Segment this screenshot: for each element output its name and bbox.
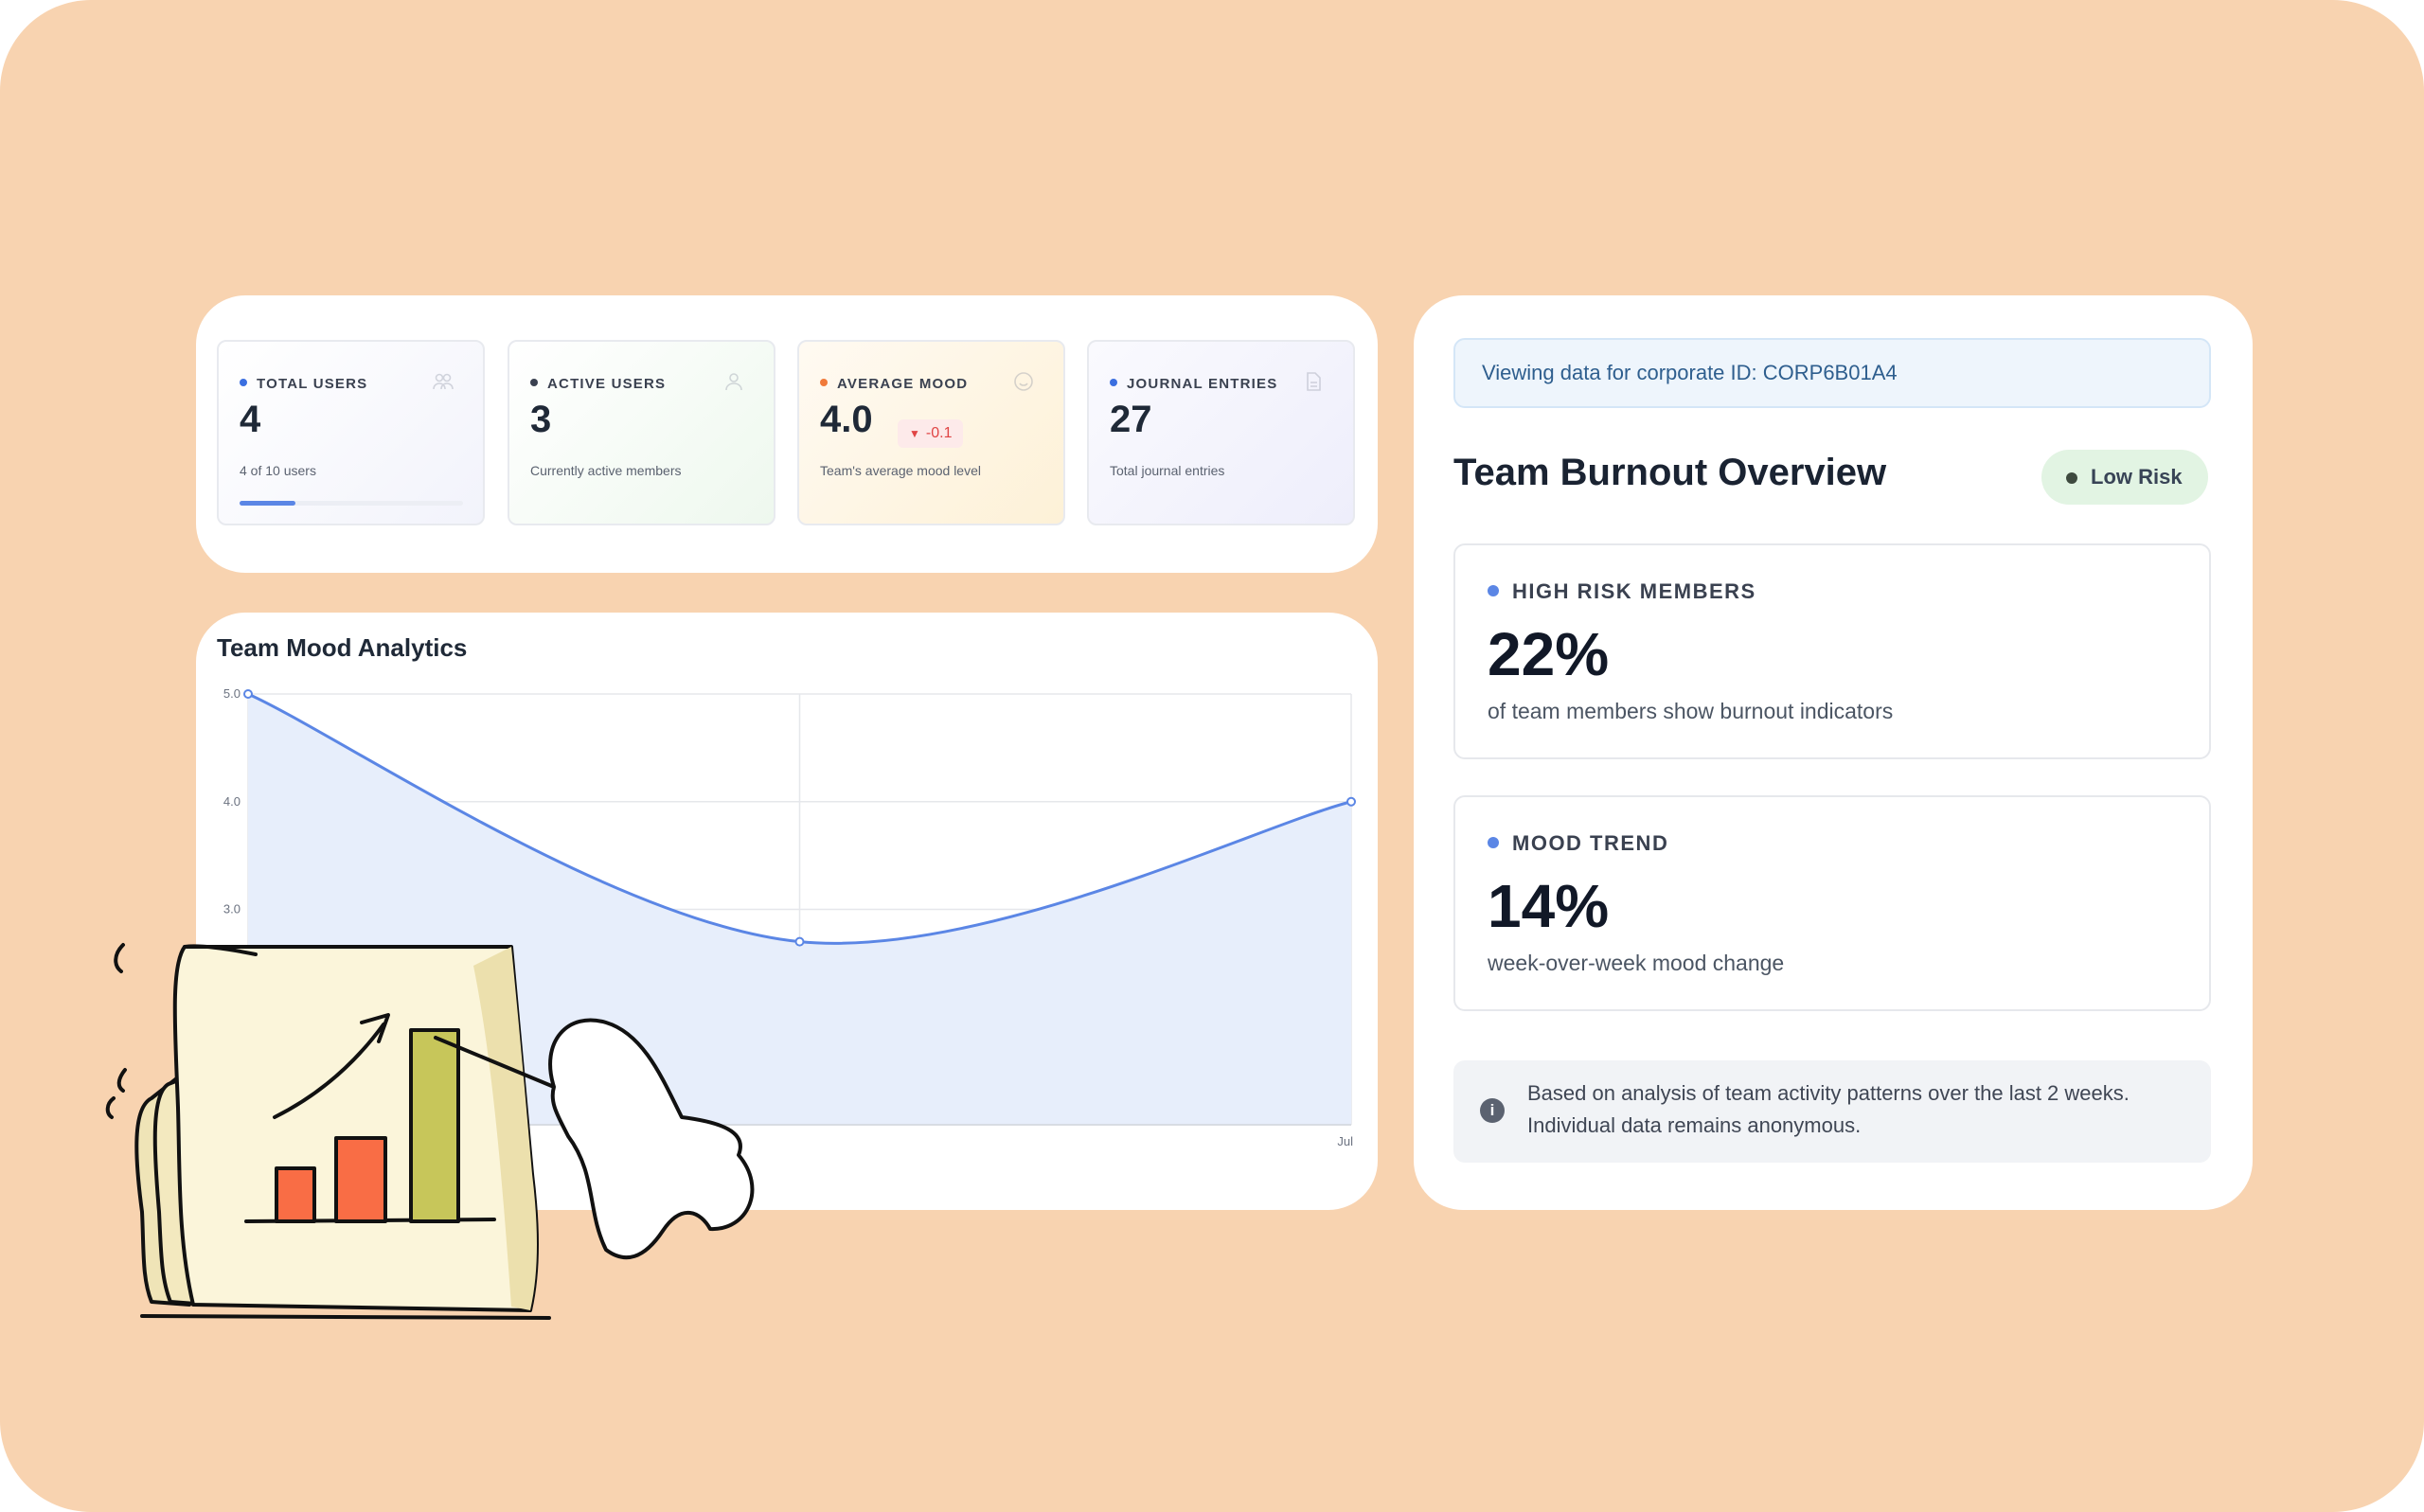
background-frame: TOTAL USERS 4 4 of 10 users ACTIVE USERS… xyxy=(0,0,2424,1512)
metric-label: MOOD TREND xyxy=(1488,831,1668,856)
mood-trend-card[interactable]: MOOD TREND 14% week-over-week mood chang… xyxy=(1453,795,2211,1011)
info-note: i Based on analysis of team activity pat… xyxy=(1453,1060,2211,1163)
arrow-down-icon: ▼ xyxy=(909,427,920,440)
chart-sketch-illustration xyxy=(105,943,755,1320)
stat-value-journal-entries: 27 xyxy=(1110,399,1152,440)
stat-label-text: TOTAL USERS xyxy=(257,376,368,392)
status-dot xyxy=(1110,379,1117,387)
stat-card-active-users[interactable]: ACTIVE USERS 3 Currently active members xyxy=(508,340,775,525)
stat-label-text: JOURNAL ENTRIES xyxy=(1127,376,1278,392)
document-icon xyxy=(1307,372,1321,391)
stat-card-total-users[interactable]: TOTAL USERS 4 4 of 10 users xyxy=(217,340,485,525)
metric-description: week-over-week mood change xyxy=(1488,951,1785,975)
corporate-id-banner: Viewing data for corporate ID: CORP6B01A… xyxy=(1453,338,2211,408)
stat-label-text: AVERAGE MOOD xyxy=(837,376,969,392)
stat-label-total-users: TOTAL USERS xyxy=(240,376,367,392)
status-dot xyxy=(820,379,828,387)
stats-panel: TOTAL USERS 4 4 of 10 users ACTIVE USERS… xyxy=(196,295,1378,573)
y-tick-label: 5.0 xyxy=(223,686,241,701)
stat-sub-journal-entries: Total journal entries xyxy=(1110,463,1225,478)
burnout-title: Team Burnout Overview xyxy=(1453,452,1887,493)
info-text: Based on analysis of team activity patte… xyxy=(1527,1081,2130,1137)
status-dot xyxy=(530,379,538,387)
metric-label: HIGH RISK MEMBERS xyxy=(1488,579,1756,604)
metric-value: 14% xyxy=(1488,872,1610,940)
y-tick-label: 3.0 xyxy=(223,902,241,916)
stat-label-active-users: ACTIVE USERS xyxy=(530,376,666,392)
status-dot xyxy=(2066,472,2077,484)
risk-status-label: Low Risk xyxy=(2091,465,2183,489)
metric-description: of team members show burnout indicators xyxy=(1488,699,1894,723)
stat-value-average-mood: 4.0 xyxy=(820,399,873,440)
data-point xyxy=(243,689,253,699)
stat-value-active-users: 3 xyxy=(530,399,552,440)
metric-value: 22% xyxy=(1488,620,1610,688)
burnout-panel: Viewing data for corporate ID: CORP6B01A… xyxy=(1414,295,2253,1210)
status-dot xyxy=(240,379,247,387)
metric-label-text: MOOD TREND xyxy=(1512,831,1669,855)
stat-sub-total-users: 4 of 10 users xyxy=(240,463,316,478)
stat-card-journal-entries[interactable]: JOURNAL ENTRIES 27 Total journal entries xyxy=(1087,340,1355,525)
stat-value-total-users: 4 xyxy=(240,399,261,440)
status-dot xyxy=(1488,837,1499,849)
x-tick-label: Jul xyxy=(1337,1134,1353,1148)
risk-status-badge: Low Risk xyxy=(2041,450,2208,505)
user-icon xyxy=(725,373,742,391)
stat-sub-active-users: Currently active members xyxy=(530,463,682,478)
stat-card-average-mood[interactable]: AVERAGE MOOD 4.0 ▼ -0.1 Team's average mo… xyxy=(797,340,1065,525)
info-icon: i xyxy=(1480,1098,1505,1123)
metric-label-text: HIGH RISK MEMBERS xyxy=(1512,579,1756,603)
users-progress-bar xyxy=(240,501,463,506)
smile-icon xyxy=(1014,372,1033,391)
data-point xyxy=(1346,796,1356,807)
stat-label-journal-entries: JOURNAL ENTRIES xyxy=(1110,376,1277,392)
stat-sub-average-mood: Team's average mood level xyxy=(820,463,981,478)
users-progress-fill xyxy=(240,501,295,506)
users-icon xyxy=(433,373,454,390)
high-risk-members-card[interactable]: HIGH RISK MEMBERS 22% of team members sh… xyxy=(1453,543,2211,759)
stat-label-text: ACTIVE USERS xyxy=(547,376,667,392)
status-dot xyxy=(1488,585,1499,597)
mood-delta-value: -0.1 xyxy=(925,425,953,441)
y-tick-label: 4.0 xyxy=(223,794,241,809)
mood-delta-badge: ▼ -0.1 xyxy=(898,419,964,448)
stat-label-average-mood: AVERAGE MOOD xyxy=(820,376,968,392)
